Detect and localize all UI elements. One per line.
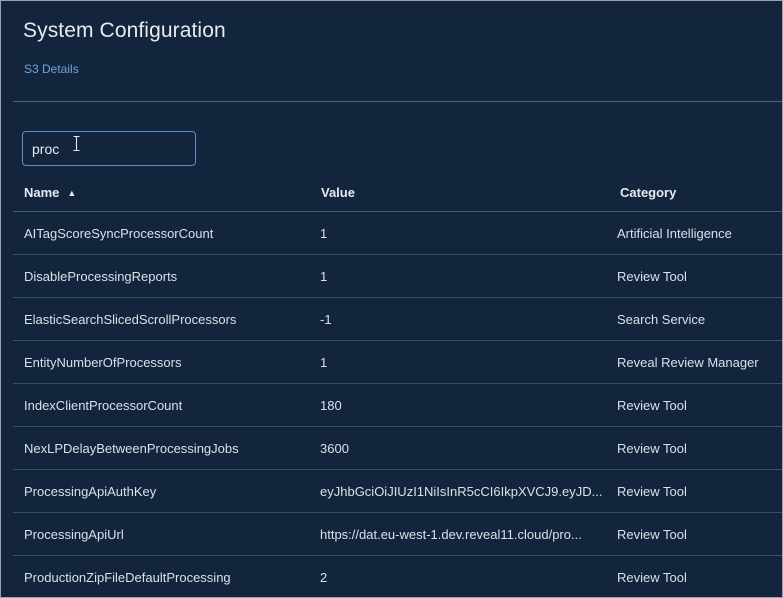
cell-category: Reveal Review Manager <box>609 340 782 384</box>
cell-name: EntityNumberOfProcessors <box>13 340 310 384</box>
header-divider <box>13 101 782 102</box>
search-input[interactable] <box>23 132 195 165</box>
cell-category: Review Tool <box>609 512 782 556</box>
table-header-row: Name ▲ Value Category <box>13 173 782 212</box>
cell-value: 1 <box>310 211 609 255</box>
table-row[interactable]: ProcessingApiUrl https://dat.eu-west-1.d… <box>13 512 782 556</box>
column-header-value-label: Value <box>321 184 355 200</box>
cell-category: Search Service <box>609 297 782 341</box>
table-row[interactable]: ProductionZipFileDefaultProcessing 2 Rev… <box>13 555 782 597</box>
cell-category: Review Tool <box>609 469 782 513</box>
search-field[interactable] <box>22 131 196 166</box>
cell-category: Review Tool <box>609 254 782 298</box>
column-header-name-label: Name <box>24 184 60 200</box>
column-header-name[interactable]: Name ▲ <box>13 173 310 212</box>
column-header-value[interactable]: Value <box>310 173 609 212</box>
cell-value: 1 <box>310 254 609 298</box>
system-configuration-panel: System Configuration S3 Details Name ▲ Va… <box>0 0 783 598</box>
cell-name: AITagScoreSyncProcessorCount <box>13 211 310 255</box>
table-row[interactable]: IndexClientProcessorCount 180 Review Too… <box>13 383 782 427</box>
cell-name: IndexClientProcessorCount <box>13 383 310 427</box>
cell-category: Review Tool <box>609 555 782 597</box>
cell-value: eyJhbGciOiJIUzI1NiIsInR5cCI6IkpXVCJ9.eyJ… <box>310 469 609 513</box>
cell-name: ProcessingApiUrl <box>13 512 310 556</box>
breadcrumb-s3-details-link[interactable]: S3 Details <box>24 62 79 76</box>
column-header-category-label: Category <box>620 184 677 200</box>
cell-category: Review Tool <box>609 383 782 427</box>
cell-value: 1 <box>310 340 609 384</box>
table-row[interactable]: DisableProcessingReports 1 Review Tool <box>13 254 782 298</box>
table-row[interactable]: AITagScoreSyncProcessorCount 1 Artificia… <box>13 211 782 255</box>
cell-value: 3600 <box>310 426 609 470</box>
cell-name: DisableProcessingReports <box>13 254 310 298</box>
table-row[interactable]: NexLPDelayBetweenProcessingJobs 3600 Rev… <box>13 426 782 470</box>
column-header-category[interactable]: Category <box>609 173 782 212</box>
page-title: System Configuration <box>23 19 226 42</box>
cell-category: Artificial Intelligence <box>609 211 782 255</box>
cell-name: NexLPDelayBetweenProcessingJobs <box>13 426 310 470</box>
table-row[interactable]: ElasticSearchSlicedScrollProcessors -1 S… <box>13 297 782 341</box>
cell-name: ProcessingApiAuthKey <box>13 469 310 513</box>
cell-value: 180 <box>310 383 609 427</box>
cell-category: Review Tool <box>609 426 782 470</box>
cell-name: ElasticSearchSlicedScrollProcessors <box>13 297 310 341</box>
cell-value: -1 <box>310 297 609 341</box>
table-row[interactable]: EntityNumberOfProcessors 1 Reveal Review… <box>13 340 782 384</box>
cell-value: 2 <box>310 555 609 597</box>
cell-name: ProductionZipFileDefaultProcessing <box>13 555 310 597</box>
configuration-table: Name ▲ Value Category AITagScoreSyncProce… <box>13 173 782 597</box>
sort-up-icon: ▲ <box>67 187 77 198</box>
table-row[interactable]: ProcessingApiAuthKey eyJhbGciOiJIUzI1NiI… <box>13 469 782 513</box>
text-cursor-icon <box>73 136 80 151</box>
cell-value: https://dat.eu-west-1.dev.reveal11.cloud… <box>310 512 609 556</box>
